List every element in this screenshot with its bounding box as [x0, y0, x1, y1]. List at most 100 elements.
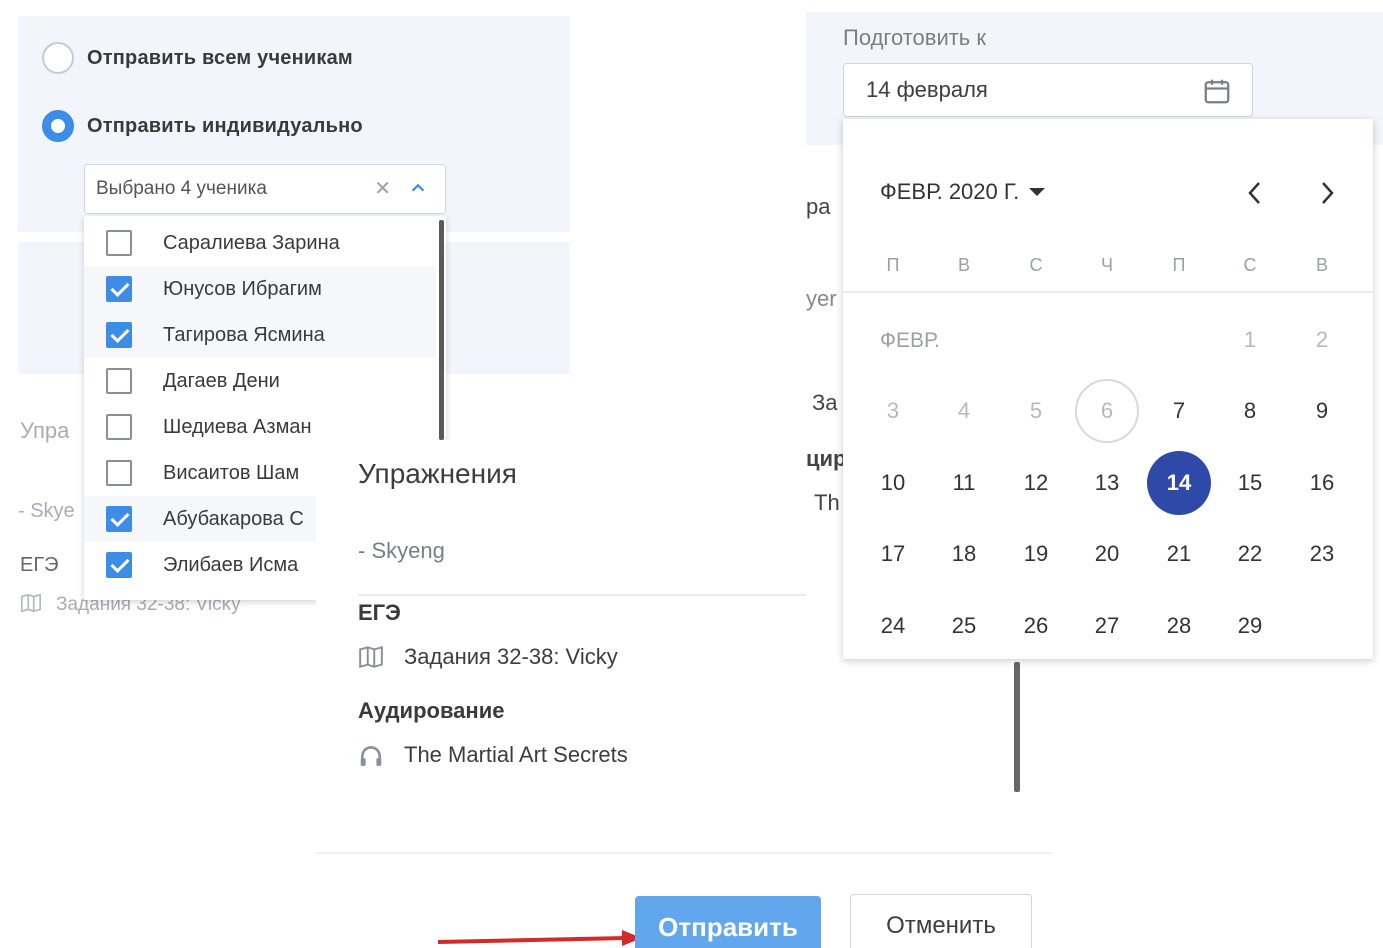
behind-text: Th: [814, 490, 840, 515]
day-cell[interactable]: 13: [1075, 451, 1139, 515]
day-cell[interactable]: 12: [1004, 451, 1068, 515]
calendar-scrollbar[interactable]: [1014, 662, 1020, 792]
day-cell[interactable]: 5: [1004, 379, 1068, 443]
date-input[interactable]: 14 февраля: [843, 63, 1253, 117]
date-value: 14 февраля: [866, 77, 988, 102]
day-cell[interactable]: 17: [861, 522, 925, 586]
bg-section: ЕГЭ: [20, 554, 59, 576]
book-icon: [359, 645, 383, 669]
behind-text: За: [812, 390, 838, 415]
calendar-divider: [843, 291, 1373, 293]
month-year-selector[interactable]: ФЕВР. 2020 Г.: [880, 179, 1046, 205]
date-picker: ФЕВР. 2020 Г. ФЕВР. П В С Ч П С В 1 2 3 4 5 6 7 8 9 10 11…: [843, 119, 1373, 659]
day-cell[interactable]: 26: [1004, 594, 1068, 658]
radio-button[interactable]: [42, 110, 74, 142]
calendar-icon[interactable]: [1202, 76, 1232, 106]
checkbox[interactable]: [106, 460, 132, 486]
behind-text: yer: [806, 286, 837, 311]
students-select-value: Выбрано 4 ученика: [96, 178, 267, 199]
day-cell[interactable]: 3: [861, 379, 925, 443]
divider: [358, 594, 806, 596]
student-option[interactable]: Тагирова Ясмина: [84, 312, 436, 358]
deadline-label: Подготовить к: [843, 25, 987, 50]
day-cell[interactable]: 24: [861, 594, 925, 658]
day-cell[interactable]: 9: [1290, 379, 1354, 443]
weekday-label: В: [1315, 255, 1328, 275]
student-option[interactable]: Саралиева Зарина: [84, 220, 436, 266]
student-name: Висаитов Шам: [163, 461, 300, 484]
day-cell[interactable]: 21: [1147, 522, 1211, 586]
chevron-left-icon[interactable]: [1241, 175, 1269, 211]
exercises-panel: Упражнения - Skyeng ЕГЭ Задания 32-38: V…: [316, 440, 806, 800]
day-cell[interactable]: 20: [1075, 522, 1139, 586]
day-cell[interactable]: 7: [1147, 379, 1211, 443]
weekday-label: В: [957, 255, 970, 275]
day-cell[interactable]: 1: [1218, 308, 1282, 372]
radio-button[interactable]: [42, 42, 74, 74]
student-name: Юнусов Ибрагим: [163, 277, 322, 300]
weekday-label: С: [1029, 255, 1043, 275]
book-icon: [21, 593, 41, 613]
chevron-up-icon[interactable]: [409, 179, 427, 197]
student-name: Абубакарова С: [163, 507, 304, 530]
cancel-button[interactable]: Отменить: [850, 894, 1032, 948]
month-year-label: ФЕВР. 2020 Г.: [880, 179, 1020, 204]
day-cell[interactable]: 22: [1218, 522, 1282, 586]
radio-send-individual[interactable]: Отправить индивидуально: [42, 110, 363, 142]
checkbox-checked[interactable]: [106, 276, 132, 302]
radio-send-all-label: Отправить всем ученикам: [87, 46, 353, 69]
checkbox-checked[interactable]: [106, 552, 132, 578]
behind-text: ра: [806, 194, 831, 219]
checkbox[interactable]: [106, 414, 132, 440]
day-cell[interactable]: 8: [1218, 379, 1282, 443]
checkbox[interactable]: [106, 368, 132, 394]
day-cell[interactable]: 23: [1290, 522, 1354, 586]
day-cell[interactable]: 19: [1004, 522, 1068, 586]
students-select[interactable]: Выбрано 4 ученика ✕: [84, 164, 446, 214]
day-cell[interactable]: 4: [932, 379, 996, 443]
day-cell[interactable]: 18: [932, 522, 996, 586]
footer-divider: [316, 852, 1052, 854]
radio-send-individual-label: Отправить индивидуально: [87, 114, 363, 137]
dropdown-scrollbar[interactable]: [439, 220, 444, 440]
day-today[interactable]: 6: [1075, 379, 1139, 443]
exercise-item[interactable]: Задания 32-38: Vicky: [358, 644, 618, 670]
student-option[interactable]: Юнусов Ибрагим: [84, 266, 436, 312]
day-cell[interactable]: 16: [1290, 451, 1354, 515]
radio-send-all[interactable]: Отправить всем ученикам: [42, 42, 353, 74]
clear-icon[interactable]: ✕: [374, 176, 391, 201]
send-button[interactable]: Отправить: [635, 896, 821, 948]
day-cell[interactable]: 15: [1218, 451, 1282, 515]
exercises-source: - Skyeng: [358, 538, 445, 563]
student-option[interactable]: Дагаев Дени: [84, 358, 436, 404]
exercises-title: Упражнения: [358, 458, 517, 489]
bg-exercises-heading: Упра: [20, 418, 70, 443]
student-name: Элибаев Исма: [163, 553, 299, 576]
checkbox-checked[interactable]: [106, 506, 132, 532]
weekday-label: П: [886, 255, 900, 275]
exercise-item-label: The Martial Art Secrets: [404, 742, 628, 767]
day-cell[interactable]: 25: [932, 594, 996, 658]
checkbox-checked[interactable]: [106, 322, 132, 348]
day-cell[interactable]: 11: [932, 451, 996, 515]
student-name: Саралиева Зарина: [163, 231, 340, 254]
section-title: Аудирование: [358, 698, 505, 723]
exercise-item[interactable]: The Martial Art Secrets: [358, 742, 628, 768]
checkbox[interactable]: [106, 230, 132, 256]
student-name: Тагирова Ясмина: [163, 323, 325, 346]
bg-source: - Skye: [18, 500, 75, 522]
day-cell[interactable]: 27: [1075, 594, 1139, 658]
exercise-item-label: Задания 32-38: Vicky: [404, 644, 618, 669]
month-short-label: ФЕВР.: [880, 329, 940, 352]
day-cell[interactable]: 2: [1290, 308, 1354, 372]
behind-text: цир: [806, 446, 847, 471]
day-selected[interactable]: 14: [1147, 451, 1211, 515]
weekday-label: С: [1243, 255, 1257, 275]
day-cell[interactable]: 10: [861, 451, 925, 515]
arrow-annotation-icon: [437, 930, 642, 946]
caret-down-icon: [1029, 188, 1046, 196]
weekday-label: Ч: [1101, 255, 1113, 275]
chevron-right-icon[interactable]: [1313, 175, 1341, 211]
day-cell[interactable]: 29: [1218, 594, 1282, 658]
day-cell[interactable]: 28: [1147, 594, 1211, 658]
